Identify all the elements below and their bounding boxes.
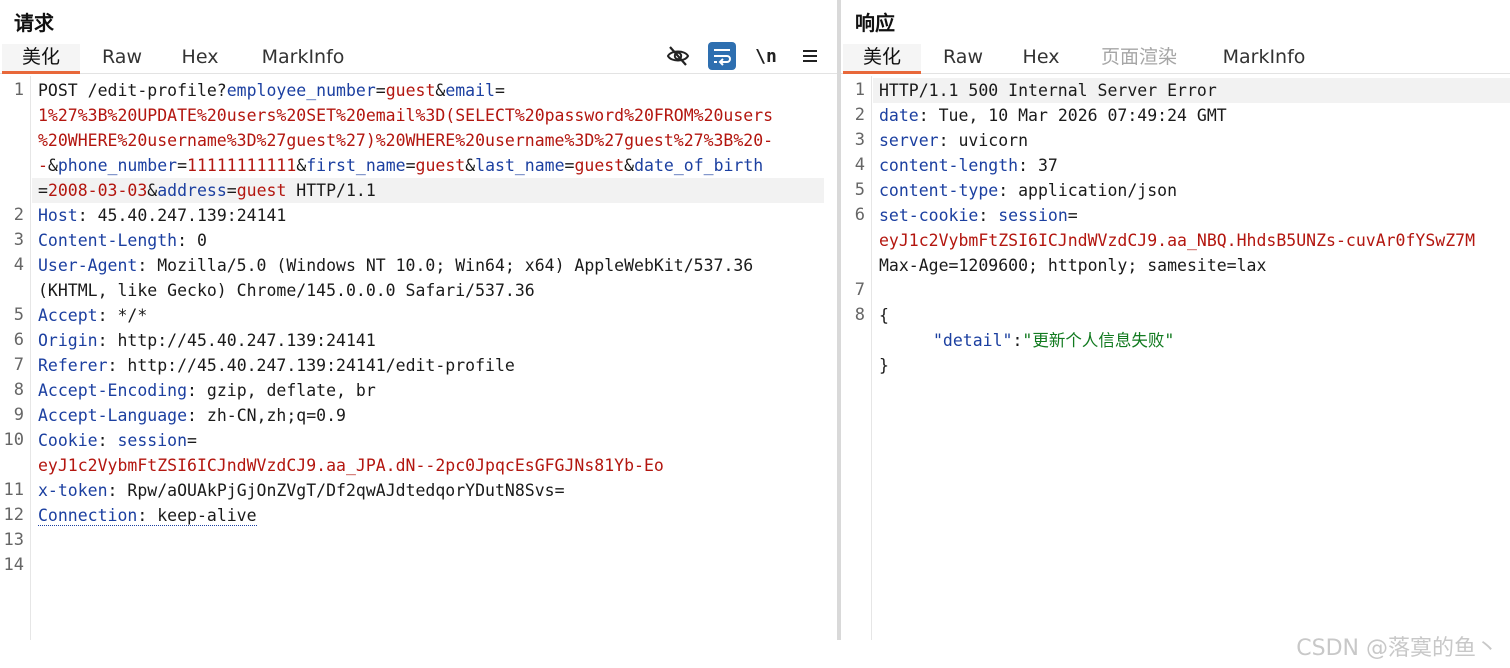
line-number: 7 <box>854 280 865 300</box>
line-number: 14 <box>3 555 24 575</box>
line-number: 4 <box>854 155 865 175</box>
line-number: 4 <box>13 255 24 275</box>
json-close-brace: } <box>879 356 889 375</box>
line-number: 13 <box>3 530 24 550</box>
header-cookie: Cookie: session= <box>38 431 197 450</box>
header-connection: Connection: keep-alive <box>38 506 257 526</box>
header-accept-encoding: Accept-Encoding: gzip, deflate, br <box>38 381 376 400</box>
header-content-length: Content-Length: 0 <box>38 231 207 250</box>
watermark: CSDN @落寞的鱼丶 <box>1296 636 1498 661</box>
response-title: 响应 <box>855 11 895 35</box>
header-content-length: content-length: 37 <box>879 156 1058 175</box>
request-line-wrap: 1%27%3B%20UPDATE%20users%20SET%20email%3… <box>38 106 774 125</box>
tab-pretty[interactable]: 美化 <box>2 44 80 74</box>
response-editor[interactable]: 1 2 3 4 5 6 7 8 HTTP/1.1 500 Internal Se… <box>841 76 1510 640</box>
header-cookie-value: eyJ1c2VybmFtZSI6ICJndWVzdCJ9.aa_JPA.dN--… <box>38 456 664 475</box>
request-line-wrap: =2008-03-03&address=guest HTTP/1.1 <box>32 178 824 203</box>
header-set-cookie-value: eyJ1c2VybmFtZSI6ICJndWVzdCJ9.aa_NBQ.Hhds… <box>879 231 1476 250</box>
header-date: date: Tue, 10 Mar 2026 07:49:24 GMT <box>879 106 1227 125</box>
request-line-wrap: -&phone_number=11111111111&first_name=gu… <box>38 156 764 175</box>
line-number: 7 <box>13 355 24 375</box>
header-server: server: uvicorn <box>879 131 1029 150</box>
wrap-lines-icon[interactable] <box>708 42 736 70</box>
line-number: 5 <box>854 180 865 200</box>
tab-render[interactable]: 页面渲染 <box>1093 44 1185 74</box>
header-host: Host: 45.40.247.139:24141 <box>38 206 287 225</box>
header-content-type: content-type: application/json <box>879 181 1178 200</box>
header-set-cookie-attrs: Max-Age=1209600; httponly; samesite=lax <box>879 256 1267 275</box>
header-set-cookie: set-cookie: session= <box>879 206 1078 225</box>
menu-icon[interactable] <box>796 42 824 70</box>
header-user-agent: User-Agent: Mozilla/5.0 (Windows NT 10.0… <box>38 256 754 275</box>
response-status-line: HTTP/1.1 500 Internal Server Error <box>873 78 1510 103</box>
header-origin: Origin: http://45.40.247.139:24141 <box>38 331 376 350</box>
tab-pretty[interactable]: 美化 <box>843 44 921 74</box>
request-editor[interactable]: 1 2 3 4 5 6 7 8 9 10 11 12 13 14 POST /e… <box>0 76 838 640</box>
line-number: 8 <box>13 380 24 400</box>
tab-markinfo[interactable]: MarkInfo <box>1211 44 1317 74</box>
response-panel: 响应 美化 Raw Hex 页面渲染 MarkInfo 1 2 3 4 5 6 … <box>841 0 1510 640</box>
line-number: 12 <box>3 505 24 525</box>
line-number: 8 <box>854 305 865 325</box>
tab-hex[interactable]: Hex <box>168 44 232 74</box>
json-detail-entry: "detail":"更新个人信息失败" <box>933 331 1175 350</box>
newline-toggle[interactable]: \n <box>752 42 780 70</box>
tab-raw[interactable]: Raw <box>931 44 995 74</box>
tab-raw[interactable]: Raw <box>90 44 154 74</box>
line-number: 6 <box>13 330 24 350</box>
request-toolbar: \n <box>664 41 824 71</box>
line-number: 11 <box>3 480 24 500</box>
line-number: 2 <box>13 205 24 225</box>
line-number: 9 <box>13 405 24 425</box>
newline-label: \n <box>755 45 777 67</box>
line-number: 10 <box>3 430 24 450</box>
line-number: 2 <box>854 105 865 125</box>
tab-markinfo[interactable]: MarkInfo <box>250 44 356 74</box>
line-number: 3 <box>13 230 24 250</box>
request-title: 请求 <box>14 11 54 35</box>
line-number: 5 <box>13 305 24 325</box>
header-accept-language: Accept-Language: zh-CN,zh;q=0.9 <box>38 406 346 425</box>
line-number: 1 <box>13 80 24 100</box>
json-open-brace: { <box>879 306 889 325</box>
line-number: 6 <box>854 205 865 225</box>
line-number: 1 <box>854 80 865 100</box>
request-line: POST /edit-profile?employee_number=guest… <box>38 81 505 100</box>
header-accept: Accept: */* <box>38 306 148 325</box>
response-tabs: 美化 Raw Hex 页面渲染 MarkInfo <box>841 44 1510 74</box>
tab-hex[interactable]: Hex <box>1009 44 1073 74</box>
line-number: 3 <box>854 130 865 150</box>
eye-slash-icon[interactable] <box>664 42 692 70</box>
request-panel: 请求 美化 Raw Hex MarkInfo \n 1 2 3 4 5 6 7 … <box>0 0 838 640</box>
request-line-wrap: %20WHERE%20username%3D%27guest%27)%20WHE… <box>38 131 774 150</box>
header-referer: Referer: http://45.40.247.139:24141/edit… <box>38 356 515 375</box>
header-x-token: x-token: Rpw/aOUAkPjGjOnZVgT/Df2qwAJdted… <box>38 481 565 500</box>
header-user-agent-wrap: (KHTML, like Gecko) Chrome/145.0.0.0 Saf… <box>38 281 535 300</box>
